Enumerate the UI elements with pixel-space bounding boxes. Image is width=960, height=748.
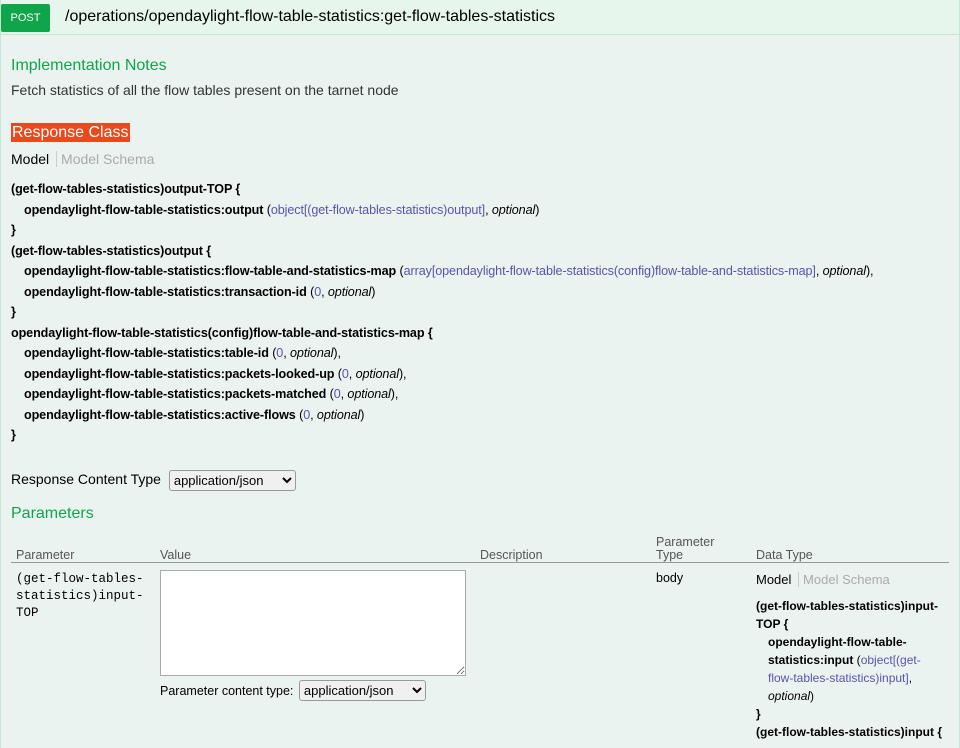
tab-model[interactable]: Model <box>756 572 791 587</box>
parameter-content-type-label: Parameter content type: <box>160 684 294 698</box>
response-model-signature: (get-flow-tables-statistics)output-TOP {… <box>11 179 874 446</box>
parameter-content-type-select[interactable]: application/json <box>298 680 426 701</box>
parameter-value-textarea[interactable] <box>160 570 466 676</box>
model-field: opendaylight-flow-table-statistics:trans… <box>24 284 376 299</box>
response-class-title: Response Class <box>11 123 130 142</box>
implementation-notes-title: Implementation Notes <box>11 57 167 74</box>
data-type-tabs: Model Model Schema <box>756 571 944 589</box>
model-head: (get-flow-tables-statistics)output-TOP { <box>11 182 241 196</box>
operation-panel: POST /operations/opendaylight-flow-table… <box>0 0 960 748</box>
model-head: (get-flow-tables-statistics)input { <box>756 725 943 739</box>
model-field: opendaylight-flow-table-statistics:flow-… <box>24 264 874 278</box>
method-badge[interactable]: POST <box>1 4 50 32</box>
model-field: opendaylight-flow-table-statistics:activ… <box>24 407 365 422</box>
parameter-name: (get-flow-tables- statistics)input- TOP <box>16 572 144 620</box>
parameter-value-cell: Parameter content type: application/json <box>155 563 475 742</box>
model-type-link[interactable]: array[opendaylight-flow-table-statistics… <box>404 264 816 278</box>
model-field: opendaylight-flow-table-statistics:outpu… <box>24 202 540 217</box>
header-description: Description <box>475 528 651 563</box>
model-field: opendaylight-flow-table-statistics:packe… <box>24 366 407 381</box>
header-data-type: Data Type <box>751 528 949 563</box>
model-head: (get-flow-tables-statistics)output { <box>11 243 211 258</box>
response-model-tabs: Model Model Schema <box>11 151 155 167</box>
tab-model-schema[interactable]: Model Schema <box>798 572 890 587</box>
header-value: Value <box>155 528 475 563</box>
tab-model[interactable]: Model <box>11 151 49 167</box>
parameters-table: Parameter Value Description Parameter Typ… <box>11 528 949 741</box>
implementation-notes-text: Fetch statistics of all the flow tables … <box>11 82 399 98</box>
header-parameter: Parameter <box>11 528 155 563</box>
model-close: } <box>756 707 761 721</box>
header-parameter-type: Parameter Type <box>651 528 751 563</box>
model-head: (get-flow-tables-statistics)input- TOP { <box>756 599 938 631</box>
parameter-data-type: Model Model Schema (get-flow-tables-stat… <box>751 563 949 742</box>
response-content-type-select[interactable]: application/json <box>168 470 296 491</box>
model-close: } <box>11 428 16 442</box>
tab-model-schema[interactable]: Model Schema <box>56 151 155 167</box>
operation-path[interactable]: /operations/opendaylight-flow-table-stat… <box>65 8 555 26</box>
parameter-content-type: Parameter content type: application/json <box>160 680 470 701</box>
model-close: } <box>11 305 16 319</box>
response-content-type-label: Response Content Type <box>11 471 161 488</box>
model-type-link[interactable]: object[(get-flow-tables-statistics)outpu… <box>271 203 485 217</box>
model-field: opendaylight-flow-table-statistics:table… <box>24 346 341 360</box>
parameters-title: Parameters <box>11 505 94 522</box>
operation-heading[interactable]: POST /operations/opendaylight-flow-table… <box>1 0 959 35</box>
model-head: opendaylight-flow-table-statistics(confi… <box>11 325 433 340</box>
parameter-type: body <box>656 571 684 585</box>
model-field: opendaylight-flow-table-statistics:packe… <box>24 387 399 401</box>
parameter-description <box>475 563 651 742</box>
response-content-type: Response Content Type application/json <box>11 470 296 491</box>
table-row: (get-flow-tables- statistics)input- TOP … <box>11 563 949 742</box>
model-field: opendaylight-flow-table- statistics:inpu… <box>768 635 921 703</box>
model-close: } <box>11 223 16 237</box>
